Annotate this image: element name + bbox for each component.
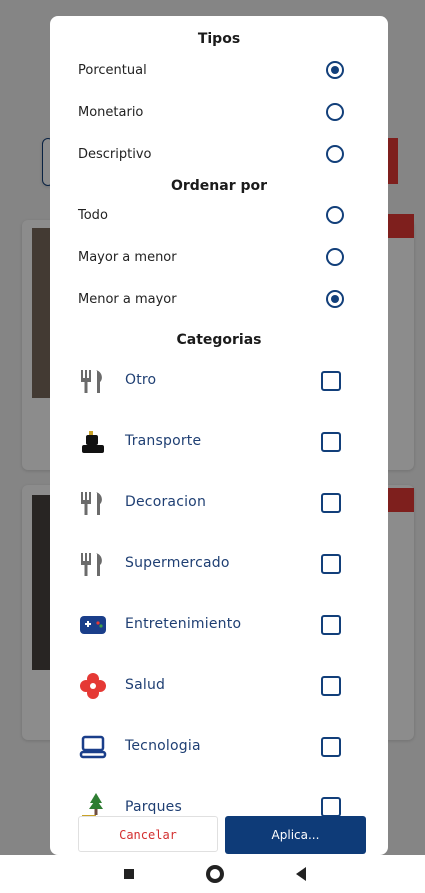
category-decoracion-checkbox[interactable] <box>321 493 341 513</box>
gamepad-icon <box>80 616 106 634</box>
category-label: Transporte <box>125 433 202 449</box>
category-label: Parques <box>125 799 182 815</box>
health-icon <box>80 673 106 699</box>
order-todo-radio[interactable] <box>326 206 344 224</box>
type-option-label: Descriptivo <box>78 147 152 162</box>
filter-modal: Tipos Porcentual Monetario Descriptivo O… <box>50 16 388 855</box>
cancel-button[interactable]: Cancelar <box>78 816 218 852</box>
category-label: Tecnologia <box>125 738 201 754</box>
order-menor-a-mayor-radio[interactable] <box>326 290 344 308</box>
type-monetario-radio[interactable] <box>326 103 344 121</box>
category-otro-checkbox[interactable] <box>321 371 341 391</box>
category-transporte-checkbox[interactable] <box>321 432 341 452</box>
back-icon[interactable] <box>296 867 306 881</box>
cutlery-icon <box>81 492 102 515</box>
category-label: Salud <box>125 677 166 693</box>
categories-title: Categorias <box>176 332 262 348</box>
system-navigation-bar <box>0 855 425 893</box>
cutlery-icon <box>81 553 102 576</box>
category-label: Otro <box>125 372 157 388</box>
order-option-label: Todo <box>78 208 108 223</box>
home-icon[interactable] <box>206 865 224 883</box>
type-descriptivo-radio[interactable] <box>326 145 344 163</box>
cutlery-icon <box>81 370 102 393</box>
category-parques-checkbox[interactable] <box>321 797 341 817</box>
order-option-label: Mayor a menor <box>78 250 177 265</box>
car-icon <box>82 431 104 453</box>
category-label: Decoracion <box>125 494 207 510</box>
category-label: Supermercado <box>125 555 230 571</box>
category-label: Entretenimiento <box>125 616 242 632</box>
category-supermercado-checkbox[interactable] <box>321 554 341 574</box>
order-mayor-a-menor-radio[interactable] <box>326 248 344 266</box>
category-salud-checkbox[interactable] <box>321 676 341 696</box>
type-porcentual-radio[interactable] <box>326 61 344 79</box>
type-option-label: Monetario <box>78 105 144 120</box>
category-tecnologia-checkbox[interactable] <box>321 737 341 757</box>
order-option-label: Menor a mayor <box>78 292 177 307</box>
order-title: Ordenar por <box>170 178 268 194</box>
laptop-icon <box>79 735 107 759</box>
type-option-label: Porcentual <box>78 63 147 78</box>
types-title: Tipos <box>197 31 241 47</box>
apply-button[interactable]: Aplica... <box>225 816 366 854</box>
recent-apps-icon[interactable] <box>124 869 134 879</box>
category-entretenimiento-checkbox[interactable] <box>321 615 341 635</box>
